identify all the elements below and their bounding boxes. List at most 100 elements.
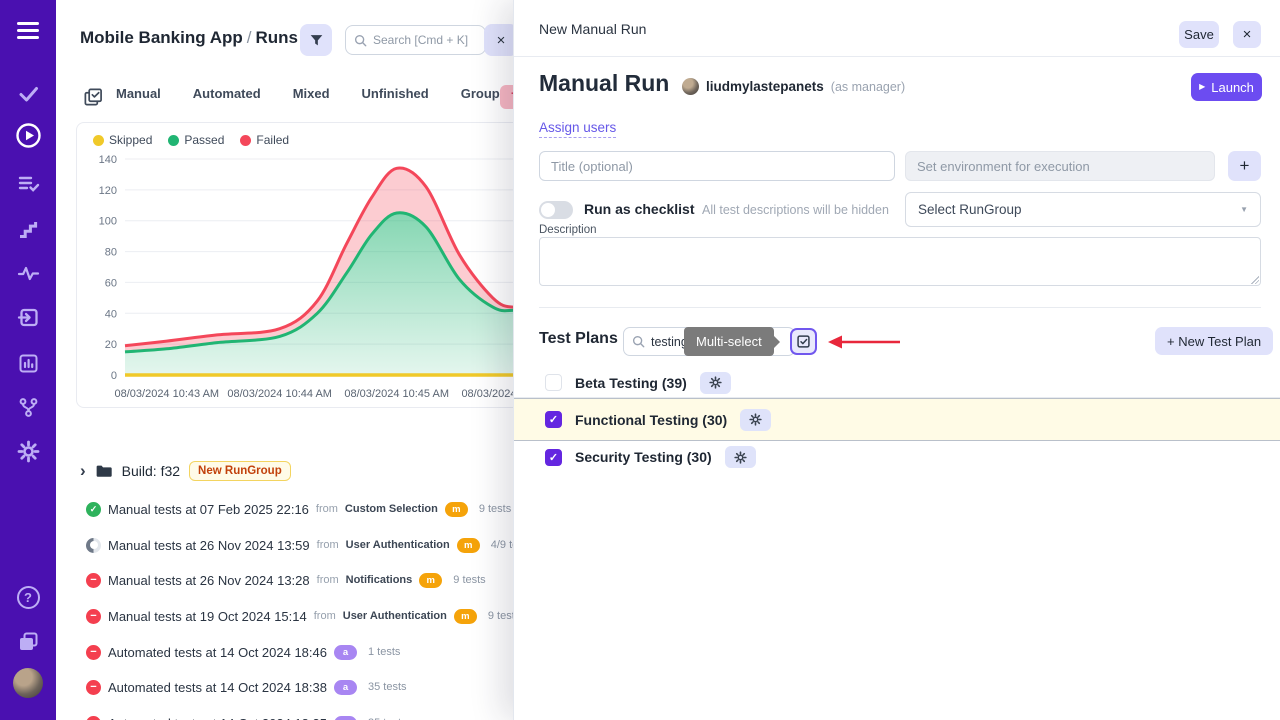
plan-settings-button[interactable] [725, 446, 756, 468]
plan-label: Security Testing (30) [575, 449, 712, 465]
plan-label: Functional Testing (30) [575, 412, 727, 428]
status-progress-icon [86, 538, 101, 553]
svg-text:60: 60 [105, 277, 117, 289]
chevron-right-icon[interactable]: › [80, 462, 86, 479]
run-from-label: from [317, 574, 339, 586]
rungroup-row[interactable]: › Build: f32 New RunGroup [80, 458, 291, 484]
folders-icon [17, 630, 40, 653]
sidebar-item-entry[interactable] [0, 300, 56, 334]
new-manual-run-panel: New Manual Run Save × Manual Run liudmyl… [513, 0, 1280, 720]
sidebar-user-avatar[interactable] [0, 666, 56, 700]
save-button[interactable]: Save [1179, 21, 1219, 48]
gear-icon [709, 376, 722, 389]
tab-mixed[interactable]: Mixed [293, 86, 330, 101]
test-plan-row[interactable]: ✓ Security Testing (30) [514, 441, 1280, 473]
run-type-badge: a [334, 645, 357, 660]
manager-name: liudmylastepanets [706, 79, 824, 94]
run-type-badge: m [445, 502, 468, 517]
tab-automated[interactable]: Automated [193, 86, 261, 101]
select-all-icon[interactable] [83, 87, 103, 107]
svg-text:08/03/2024 10:45 AM: 08/03/2024 10:45 AM [344, 388, 449, 400]
rungroup-select[interactable]: Select RunGroup ▼ [905, 192, 1261, 227]
rungroup-name: Build: f32 [122, 463, 180, 479]
environment-input[interactable] [905, 151, 1215, 181]
sidebar-item-pulse[interactable] [0, 256, 56, 290]
legend-passed[interactable]: Passed [168, 133, 224, 147]
runs-area-chart[interactable]: 02040608010012014008/03/2024 10:43 AM08/… [77, 151, 526, 407]
run-type-badge: a [334, 716, 357, 720]
test-plan-row[interactable]: ✓ Functional Testing (30) [514, 398, 1280, 441]
status-failed-icon: − [86, 573, 101, 588]
search-input[interactable] [373, 33, 473, 47]
run-type-badge: m [419, 573, 442, 588]
plan-checkbox[interactable]: ✓ [545, 449, 562, 466]
sidebar-item-checklists[interactable] [0, 166, 56, 200]
run-as-checklist-toggle[interactable] [539, 201, 573, 219]
chart-legend: Skipped Passed Failed [93, 133, 289, 147]
assign-users-link[interactable]: Assign users [539, 120, 616, 138]
description-textarea[interactable] [539, 237, 1261, 286]
status-passed-icon: ✓ [86, 502, 101, 517]
breadcrumb-page: Runs [256, 28, 299, 47]
funnel-icon [308, 32, 325, 49]
multi-select-button[interactable] [790, 328, 817, 355]
plan-settings-button[interactable] [700, 372, 731, 394]
run-source[interactable]: Custom Selection [345, 503, 438, 515]
passed-dot-icon [168, 135, 179, 146]
test-plan-row[interactable]: Beta Testing (39) [514, 368, 1280, 398]
plan-checkbox[interactable]: ✓ [545, 411, 562, 428]
svg-text:20: 20 [105, 339, 117, 351]
run-title-input[interactable] [539, 151, 895, 181]
run-source[interactable]: Notifications [346, 574, 413, 586]
global-search[interactable] [345, 25, 486, 55]
menu-button[interactable] [0, 13, 56, 47]
legend-skipped[interactable]: Skipped [93, 133, 152, 147]
tab-manual[interactable]: Manual [116, 86, 161, 101]
play-circle-icon [15, 122, 42, 149]
sidebar-item-projects[interactable] [0, 624, 56, 658]
sidebar-item-steps[interactable] [0, 212, 56, 246]
manager-chip[interactable]: liudmylastepanets (as manager) [682, 78, 905, 95]
add-environment-button[interactable]: + [1228, 151, 1261, 181]
status-failed-icon: − [86, 645, 101, 660]
breadcrumb-separator: / [243, 28, 256, 47]
plan-checkbox[interactable] [545, 374, 562, 391]
run-from-label: from [316, 503, 338, 515]
resize-handle[interactable] [1251, 276, 1259, 284]
run-source[interactable]: User Authentication [343, 610, 447, 622]
run-title: Automated tests at 14 Oct 2024 18:46 [108, 645, 327, 660]
plan-settings-button[interactable] [740, 409, 771, 431]
tab-unfinished[interactable]: Unfinished [362, 86, 429, 101]
breadcrumb-project[interactable]: Mobile Banking App [80, 28, 243, 47]
panel-title: New Manual Run [539, 21, 646, 37]
multi-select-tooltip: Multi-select [684, 327, 774, 356]
toggle-knob [541, 203, 555, 217]
run-from-label: from [317, 539, 339, 551]
search-icon [354, 34, 367, 47]
new-test-plan-button[interactable]: + New Test Plan [1155, 327, 1273, 355]
run-source[interactable]: User Authentication [346, 539, 450, 551]
folder-icon [95, 463, 113, 479]
legend-failed[interactable]: Failed [240, 133, 289, 147]
question-icon: ? [17, 586, 40, 609]
svg-text:100: 100 [99, 216, 117, 228]
run-type-badge: a [334, 680, 357, 695]
run-title: Manual tests at 26 Nov 2024 13:59 [108, 538, 310, 553]
description-label: Description [539, 224, 597, 236]
status-failed-icon: − [86, 680, 101, 695]
sidebar-item-settings[interactable] [0, 434, 56, 468]
manager-avatar [682, 78, 699, 95]
sidebar-item-analytics[interactable] [0, 346, 56, 380]
check-icon [17, 82, 40, 105]
sidebar-item-tests[interactable] [0, 76, 56, 110]
sidebar-item-help[interactable]: ? [0, 580, 56, 614]
sidebar-item-branches[interactable] [0, 390, 56, 424]
avatar [13, 668, 43, 698]
status-failed-icon: − [86, 609, 101, 624]
run-tests-count: 1 tests [368, 646, 400, 658]
run-tests-count: 9 tests [453, 574, 485, 586]
launch-button[interactable]: ▶ Launch [1191, 73, 1262, 101]
sidebar-item-runs[interactable] [0, 118, 56, 152]
filter-button[interactable] [300, 24, 332, 56]
panel-close-button[interactable]: × [1233, 21, 1261, 48]
